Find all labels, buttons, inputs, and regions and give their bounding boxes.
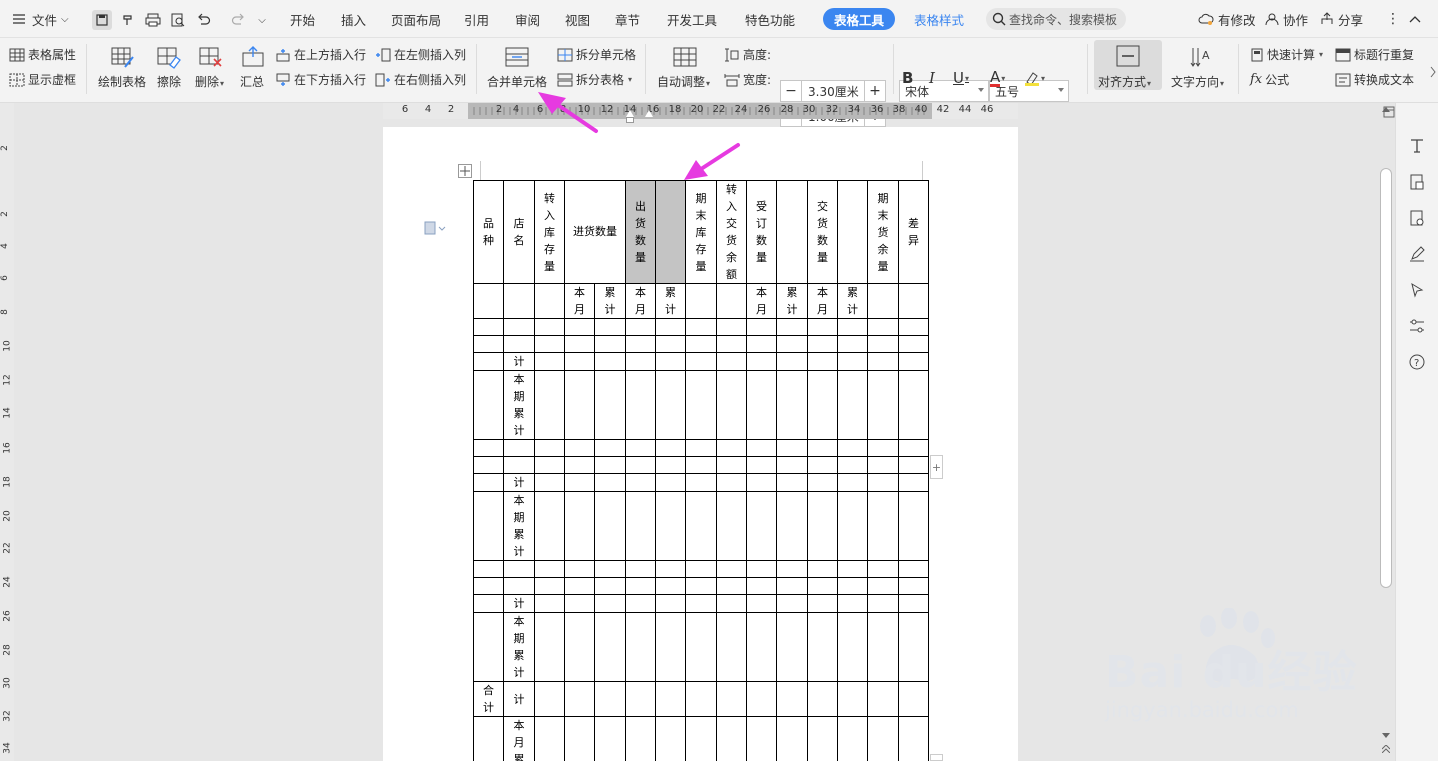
pink-arrow-merge xyxy=(538,92,598,133)
svg-text:?: ? xyxy=(1414,358,1419,369)
prev-page-icon[interactable] xyxy=(1382,745,1390,753)
text-style-icon[interactable] xyxy=(1406,135,1428,157)
help-icon[interactable]: ? xyxy=(1406,351,1428,373)
baidu-watermark: Bai du经验 jingyan.baidu.com xyxy=(1105,608,1360,728)
document-settings-icon[interactable] xyxy=(1406,207,1428,229)
sidebar-toggle-icon[interactable] xyxy=(1382,105,1396,119)
select-cursor-icon[interactable] xyxy=(1406,279,1428,301)
right-sidebar: ? xyxy=(1383,103,1438,761)
pen-icon[interactable] xyxy=(1406,243,1428,265)
scrollbar-thumb[interactable] xyxy=(1380,168,1392,588)
vertical-scrollbar[interactable] xyxy=(1378,103,1394,761)
sliders-icon[interactable] xyxy=(1406,315,1428,337)
document-layout-icon[interactable] xyxy=(1406,171,1428,193)
pink-arrow-cell xyxy=(684,143,740,180)
scroll-down-icon[interactable] xyxy=(1382,733,1390,739)
